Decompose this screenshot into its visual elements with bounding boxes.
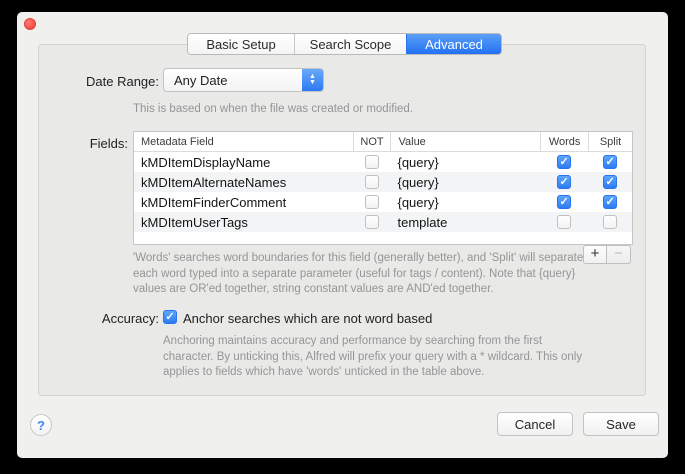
header-split[interactable]: Split (588, 132, 632, 151)
tab-advanced[interactable]: Advanced (406, 34, 501, 54)
value-cell[interactable]: {query} (390, 195, 540, 210)
split-checkbox[interactable] (603, 175, 617, 189)
save-button[interactable]: Save (583, 412, 659, 436)
cancel-button[interactable]: Cancel (497, 412, 573, 436)
date-range-label: Date Range: (37, 74, 159, 89)
not-checkbox[interactable] (365, 215, 379, 229)
tab-search-scope[interactable]: Search Scope (294, 34, 406, 54)
value-cell[interactable]: {query} (390, 155, 540, 170)
tab-bar: Basic Setup Search Scope Advanced (187, 33, 502, 55)
fields-label: Fields: (37, 136, 128, 151)
fields-helper: 'Words' searches word boundaries for thi… (133, 251, 585, 298)
table-header-row: Metadata Field NOT Value Words Split (134, 132, 632, 152)
question-icon: ? (37, 418, 45, 433)
remove-row-button[interactable]: − (607, 245, 631, 264)
table-row[interactable]: kMDItemAlternateNames {query} (134, 172, 632, 192)
table-row[interactable]: kMDItemDisplayName {query} (134, 152, 632, 172)
words-checkbox[interactable] (557, 195, 571, 209)
accuracy-helper: Anchoring maintains accuracy and perform… (163, 334, 595, 381)
date-range-value: Any Date (174, 73, 227, 88)
metadata-table: Metadata Field NOT Value Words Split kMD… (133, 131, 633, 245)
not-checkbox[interactable] (365, 155, 379, 169)
anchor-checkbox[interactable] (163, 310, 177, 324)
table-row[interactable]: kMDItemFinderComment {query} (134, 192, 632, 212)
value-cell[interactable]: {query} (390, 175, 540, 190)
split-checkbox[interactable] (603, 215, 617, 229)
metadata-field-cell: kMDItemAlternateNames (134, 175, 353, 190)
close-button[interactable] (24, 18, 36, 30)
accuracy-label: Accuracy: (37, 311, 159, 326)
not-checkbox[interactable] (365, 175, 379, 189)
header-not[interactable]: NOT (353, 132, 391, 151)
date-range-helper: This is based on when the file was creat… (133, 102, 553, 118)
header-words[interactable]: Words (540, 132, 588, 151)
anchor-checkbox-label[interactable]: Anchor searches which are not word based (183, 311, 432, 326)
words-checkbox[interactable] (557, 155, 571, 169)
popup-stepper-icon: ▲▼ (302, 69, 323, 91)
metadata-field-cell: kMDItemFinderComment (134, 195, 353, 210)
table-row[interactable]: kMDItemUserTags template (134, 212, 632, 232)
not-checkbox[interactable] (365, 195, 379, 209)
metadata-field-cell: kMDItemUserTags (134, 215, 353, 230)
header-metadata-field[interactable]: Metadata Field (134, 132, 353, 151)
metadata-field-cell: kMDItemDisplayName (134, 155, 353, 170)
split-checkbox[interactable] (603, 155, 617, 169)
add-row-button[interactable]: + (583, 245, 607, 264)
help-button[interactable]: ? (30, 414, 52, 436)
date-range-select[interactable]: Any Date ▲▼ (163, 68, 324, 92)
value-cell[interactable]: template (390, 215, 540, 230)
words-checkbox[interactable] (557, 215, 571, 229)
dialog-window: Basic Setup Search Scope Advanced Date R… (17, 12, 668, 458)
words-checkbox[interactable] (557, 175, 571, 189)
split-checkbox[interactable] (603, 195, 617, 209)
header-value[interactable]: Value (390, 132, 540, 151)
tab-basic-setup[interactable]: Basic Setup (188, 34, 294, 54)
